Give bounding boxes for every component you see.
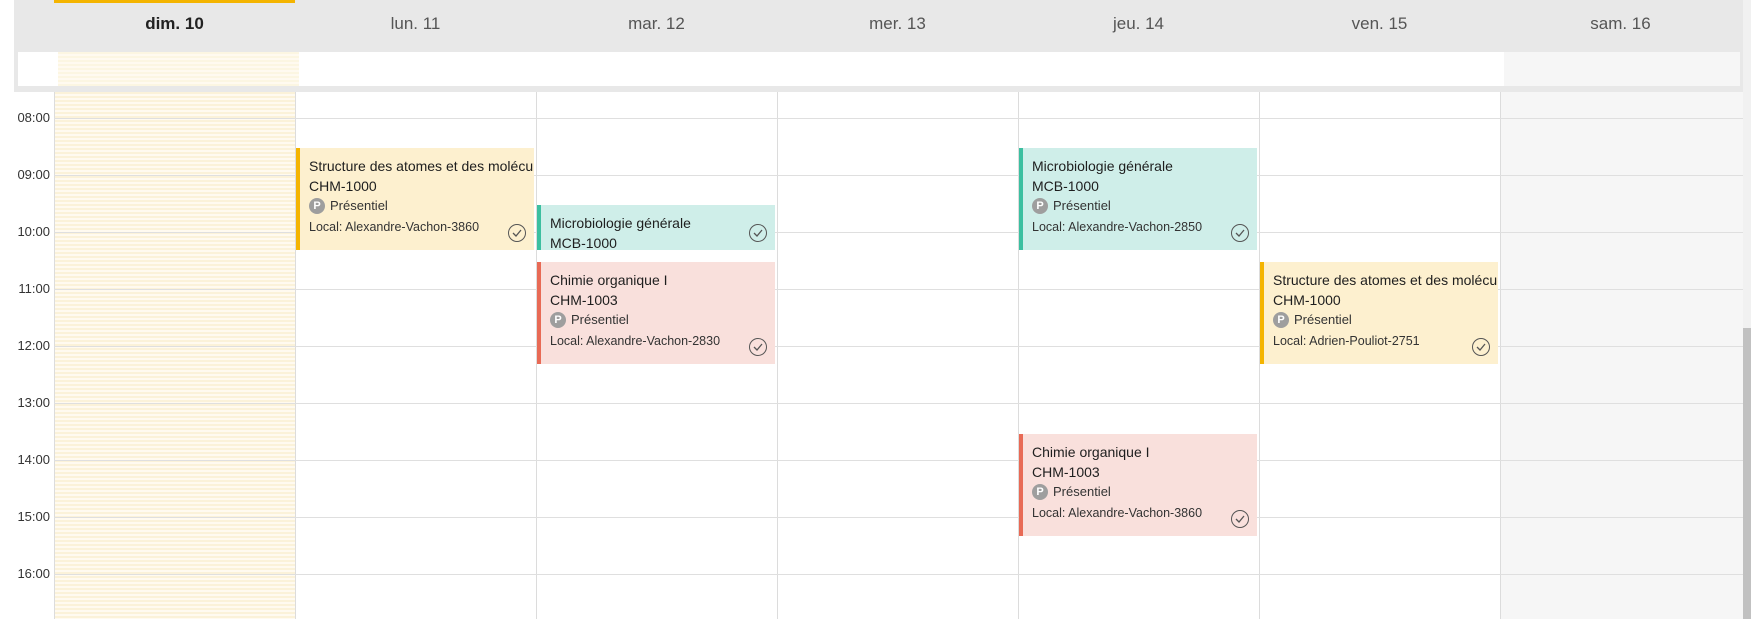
event-mode-label: Présentiel xyxy=(1053,484,1111,499)
event-mode: P Présentiel xyxy=(550,310,765,330)
check-circle-icon[interactable] xyxy=(508,224,526,242)
event-location: Local: Adrien-Pouliot-2751 xyxy=(1273,334,1420,348)
hour-line xyxy=(54,517,1744,518)
event-mode: P Présentiel xyxy=(1032,196,1247,216)
day-column-sun[interactable] xyxy=(54,92,295,619)
event-color-bar xyxy=(1019,148,1023,250)
check-circle-icon[interactable] xyxy=(1231,510,1249,528)
hour-line xyxy=(54,460,1744,461)
event-mode-label: Présentiel xyxy=(1053,198,1111,213)
event-location: Local: Alexandre-Vachon-3860 xyxy=(309,220,480,234)
time-label: 11:00 xyxy=(18,281,50,296)
event-title: Chimie organique I xyxy=(1032,444,1150,460)
event-code: CHM-1003 xyxy=(550,292,618,308)
check-circle-icon[interactable] xyxy=(1472,338,1490,356)
active-day-indicator xyxy=(54,0,295,3)
day-header-sat[interactable]: sam. 16 xyxy=(1500,14,1741,34)
event-color-bar xyxy=(537,262,541,364)
time-label: 14:00 xyxy=(17,452,50,467)
event-mode-label: Présentiel xyxy=(1294,312,1352,327)
event-card[interactable]: Structure des atomes et des molécu CHM-1… xyxy=(1260,262,1498,364)
event-code: CHM-1003 xyxy=(1032,464,1100,480)
calendar-week-view: dim. 10 lun. 11 mar. 12 mer. 13 jeu. 14 … xyxy=(14,0,1744,619)
day-header-mon[interactable]: lun. 11 xyxy=(295,14,536,34)
event-location: Local: Alexandre-Vachon-2850 xyxy=(1032,220,1203,234)
event-card[interactable]: Microbiologie générale MCB-1000 xyxy=(537,205,775,250)
time-label: 16:00 xyxy=(17,566,50,581)
day-header-sun[interactable]: dim. 10 xyxy=(54,14,295,34)
all-day-cell-sat[interactable] xyxy=(1504,52,1740,86)
event-code: CHM-1000 xyxy=(309,178,377,194)
event-code: MCB-1000 xyxy=(550,235,617,250)
presential-icon: P xyxy=(1032,484,1048,500)
day-header-thu[interactable]: jeu. 14 xyxy=(1018,14,1259,34)
day-header-fri[interactable]: ven. 15 xyxy=(1259,14,1500,34)
time-label: 10:00 xyxy=(17,224,50,239)
time-grid: 08:00 09:00 10:00 11:00 12:00 13:00 14:0… xyxy=(14,92,1744,619)
all-day-row xyxy=(14,52,1744,88)
event-color-bar xyxy=(1260,262,1264,364)
presential-icon: P xyxy=(309,198,325,214)
event-mode: P Présentiel xyxy=(309,196,524,216)
day-column-sat[interactable] xyxy=(1500,92,1744,619)
presential-icon: P xyxy=(550,312,566,328)
event-title: Structure des atomes et des molécu xyxy=(309,158,534,174)
event-color-bar xyxy=(296,148,300,250)
all-day-area[interactable] xyxy=(18,52,1740,86)
event-card[interactable]: Chimie organique I CHM-1003 P Présentiel … xyxy=(537,262,775,364)
time-label: 15:00 xyxy=(17,509,50,524)
check-circle-icon[interactable] xyxy=(749,224,767,242)
hour-line xyxy=(54,574,1744,575)
presential-icon: P xyxy=(1273,312,1289,328)
presential-icon: P xyxy=(1032,198,1048,214)
event-title: Microbiologie générale xyxy=(1032,158,1173,174)
event-color-bar xyxy=(1019,434,1023,536)
time-label: 13:00 xyxy=(17,395,50,410)
check-circle-icon[interactable] xyxy=(1231,224,1249,242)
event-title: Structure des atomes et des molécu xyxy=(1273,272,1498,288)
event-card[interactable]: Chimie organique I CHM-1003 P Présentiel … xyxy=(1019,434,1257,536)
hour-line xyxy=(54,118,1744,119)
day-column-wed[interactable] xyxy=(777,92,1018,619)
event-mode-label: Présentiel xyxy=(571,312,629,327)
event-card[interactable]: Structure des atomes et des molécu CHM-1… xyxy=(296,148,534,250)
event-card[interactable]: Microbiologie générale MCB-1000 P Présent… xyxy=(1019,148,1257,250)
time-label: 09:00 xyxy=(17,167,50,182)
all-day-cell-sun[interactable] xyxy=(58,52,299,86)
time-label: 08:00 xyxy=(17,110,50,125)
event-mode: P Présentiel xyxy=(1032,482,1247,502)
day-header-wed[interactable]: mer. 13 xyxy=(777,14,1018,34)
time-label: 12:00 xyxy=(17,338,50,353)
check-circle-icon[interactable] xyxy=(749,338,767,356)
event-mode: P Présentiel xyxy=(1273,310,1488,330)
hour-line xyxy=(54,403,1744,404)
event-title: Chimie organique I xyxy=(550,272,668,288)
event-location: Local: Alexandre-Vachon-3860 xyxy=(1032,506,1203,520)
event-code: CHM-1000 xyxy=(1273,292,1341,308)
day-header-tue[interactable]: mar. 12 xyxy=(536,14,777,34)
scrollbar-thumb[interactable] xyxy=(1743,328,1751,619)
day-header-bar: dim. 10 lun. 11 mar. 12 mer. 13 jeu. 14 … xyxy=(14,0,1744,52)
event-color-bar xyxy=(537,205,541,250)
event-location: Local: Alexandre-Vachon-2830 xyxy=(550,334,721,348)
event-title: Microbiologie générale xyxy=(550,215,691,231)
vertical-scrollbar[interactable] xyxy=(1743,0,1751,619)
event-code: MCB-1000 xyxy=(1032,178,1099,194)
event-mode-label: Présentiel xyxy=(330,198,388,213)
